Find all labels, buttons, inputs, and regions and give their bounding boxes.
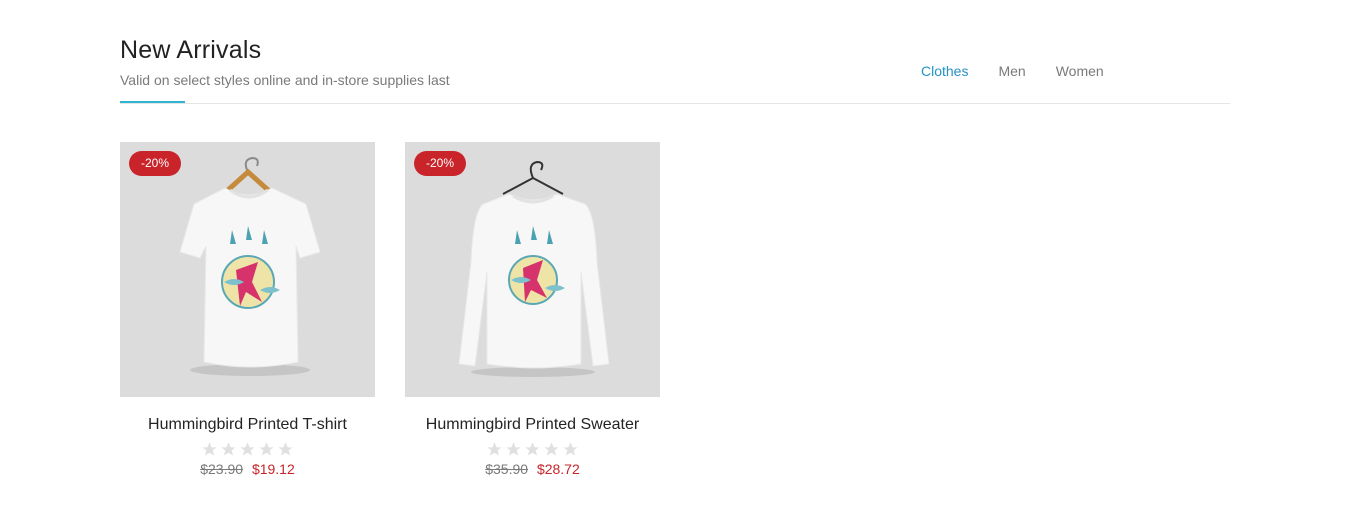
section-header: New Arrivals Valid on select styles onli… xyxy=(120,0,1230,105)
rating-stars xyxy=(120,441,375,458)
product-name[interactable]: Hummingbird Printed T-shirt xyxy=(120,416,375,434)
header-divider xyxy=(120,103,1230,104)
star-icon xyxy=(544,442,559,456)
regular-price: $23.90 xyxy=(200,461,244,477)
tab-men[interactable]: Men xyxy=(998,61,1025,81)
sale-price: $28.72 xyxy=(536,461,580,477)
discount-badge: -20% xyxy=(414,151,466,176)
sweater-image xyxy=(405,142,660,397)
star-icon xyxy=(240,442,255,456)
product-thumbnail[interactable]: -20% xyxy=(405,142,660,397)
star-icon xyxy=(221,442,236,456)
header-accent-bar xyxy=(120,101,185,103)
discount-badge: -20% xyxy=(129,151,181,176)
new-arrivals-section: New Arrivals Valid on select styles onli… xyxy=(120,0,1230,525)
sale-price: $19.12 xyxy=(251,461,295,477)
price-block: $35.90 $28.72 xyxy=(405,461,660,477)
product-list: -20% Hummingbird Printed T-shirt $23.90 … xyxy=(120,142,660,477)
section-subtitle: Valid on select styles online and in-sto… xyxy=(120,72,450,88)
category-tabs: Clothes Men Women xyxy=(921,61,1134,81)
product-card[interactable]: -20% Hummingbird Printed Sweater $35.90 … xyxy=(405,142,660,477)
star-icon xyxy=(487,442,502,456)
tab-clothes[interactable]: Clothes xyxy=(921,61,968,81)
star-icon xyxy=(506,442,521,456)
product-name[interactable]: Hummingbird Printed Sweater xyxy=(405,416,660,434)
price-block: $23.90 $19.12 xyxy=(120,461,375,477)
star-icon xyxy=(525,442,540,456)
star-icon xyxy=(259,442,274,456)
star-icon xyxy=(202,442,217,456)
regular-price: $35.90 xyxy=(485,461,529,477)
product-card[interactable]: -20% Hummingbird Printed T-shirt $23.90 … xyxy=(120,142,375,477)
star-icon xyxy=(278,442,293,456)
section-title: New Arrivals xyxy=(120,36,262,64)
tshirt-image xyxy=(120,142,375,397)
rating-stars xyxy=(405,441,660,458)
tab-women[interactable]: Women xyxy=(1056,61,1104,81)
product-thumbnail[interactable]: -20% xyxy=(120,142,375,397)
star-icon xyxy=(563,442,578,456)
